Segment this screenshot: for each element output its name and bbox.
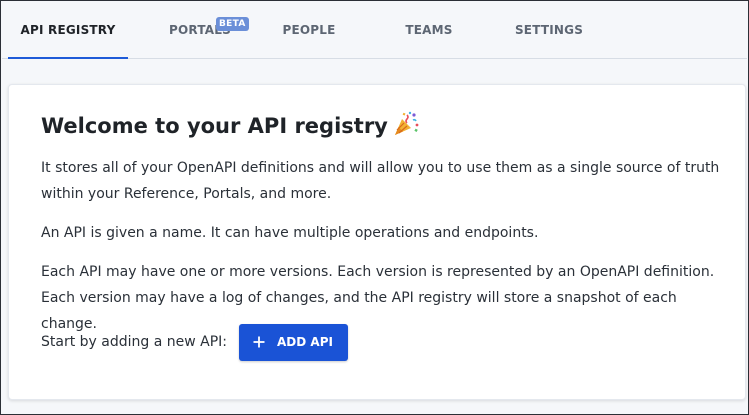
page-title: Welcome to your API registry	[41, 111, 420, 138]
tab-label: PEOPLE	[282, 23, 336, 37]
tab-api-registry[interactable]: API REGISTRY	[8, 2, 128, 59]
beta-badge: BETA	[216, 17, 249, 31]
add-api-button-label: ADD API	[277, 335, 333, 349]
tab-label: TEAMS	[405, 23, 453, 37]
add-api-button[interactable]: ADD API	[239, 323, 348, 361]
add-api-row: Start by adding a new API: ADD API	[41, 323, 348, 361]
tab-settings[interactable]: SETTINGS	[504, 2, 594, 58]
top-tab-bar: API REGISTRY PORTALS BETA PEOPLE TEAMS S…	[2, 2, 747, 59]
plus-icon	[253, 336, 265, 348]
description-paragraph-2: An API is given a name. It can have mult…	[41, 225, 539, 241]
tab-label: SETTINGS	[514, 23, 584, 37]
add-api-prompt: Start by adding a new API:	[41, 334, 228, 350]
tab-teams[interactable]: TEAMS	[389, 2, 469, 58]
tab-people[interactable]: PEOPLE	[268, 2, 350, 58]
page-title-text: Welcome to your API registry	[41, 114, 388, 138]
tab-label: API REGISTRY	[20, 23, 116, 37]
welcome-card: Welcome to your API registry It stores a…	[8, 84, 746, 400]
description-paragraph-1: It stores all of your OpenAPI definition…	[41, 160, 720, 202]
app-frame: API REGISTRY PORTALS BETA PEOPLE TEAMS S…	[0, 0, 749, 415]
party-popper-icon	[394, 111, 419, 135]
